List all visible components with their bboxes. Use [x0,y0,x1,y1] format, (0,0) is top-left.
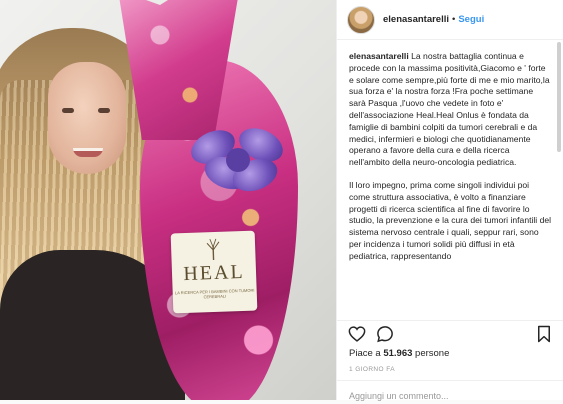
post-timestamp[interactable]: 1 GIORNO FA [349,366,395,373]
instagram-post: HEAL LA RICERCA PER I BAMBINI CON TUMORI… [0,0,563,400]
woman-face [48,62,126,174]
likes-number: 51.963 [383,348,412,359]
likes-prefix: Piace a [349,348,383,359]
smile [73,148,103,157]
right-eye [98,108,110,113]
post-photo[interactable]: HEAL LA RICERCA PER I BAMBINI CON TUMORI… [0,0,336,400]
caption: elenasantarelli La nostra battaglia cont… [349,51,552,169]
comment-button[interactable] [375,324,395,344]
separator-dot: • [452,14,455,25]
bookmark-icon [537,325,551,343]
caption-text: La nostra battaglia continua e procede c… [349,51,550,167]
scrollbar[interactable] [557,42,561,152]
comment-box [337,380,563,400]
likes-count[interactable]: Piace a 51.963 persone [349,348,449,359]
caption-paragraph: Il loro impegno, prima come singoli indi… [349,180,552,263]
like-button[interactable] [347,324,367,344]
heal-subtext: LA RICERCA PER I BAMBINI CON TUMORI CERE… [173,288,257,301]
caption-scroll-area[interactable]: elenasantarelli La nostra battaglia cont… [337,41,563,319]
likes-suffix: persone [412,348,449,359]
tree-icon [203,238,224,261]
heal-label: HEAL LA RICERCA PER I BAMBINI CON TUMORI… [171,231,258,314]
save-button[interactable] [534,324,554,344]
heal-brand-text: HEAL [172,261,257,287]
header-username[interactable]: elenasantarelli [383,14,449,25]
comment-icon [376,325,394,343]
avatar[interactable] [347,6,375,34]
follow-button[interactable]: Segui [458,14,484,25]
left-eye [62,108,74,113]
bow-knot [226,148,250,172]
action-bar [337,320,563,346]
heart-icon [348,326,366,342]
post-side-panel: elenasantarelli • Segui elenasantarelli … [336,0,563,400]
caption-username[interactable]: elenasantarelli [349,51,409,61]
post-header: elenasantarelli • Segui [337,0,563,40]
purple-bow [190,120,286,200]
